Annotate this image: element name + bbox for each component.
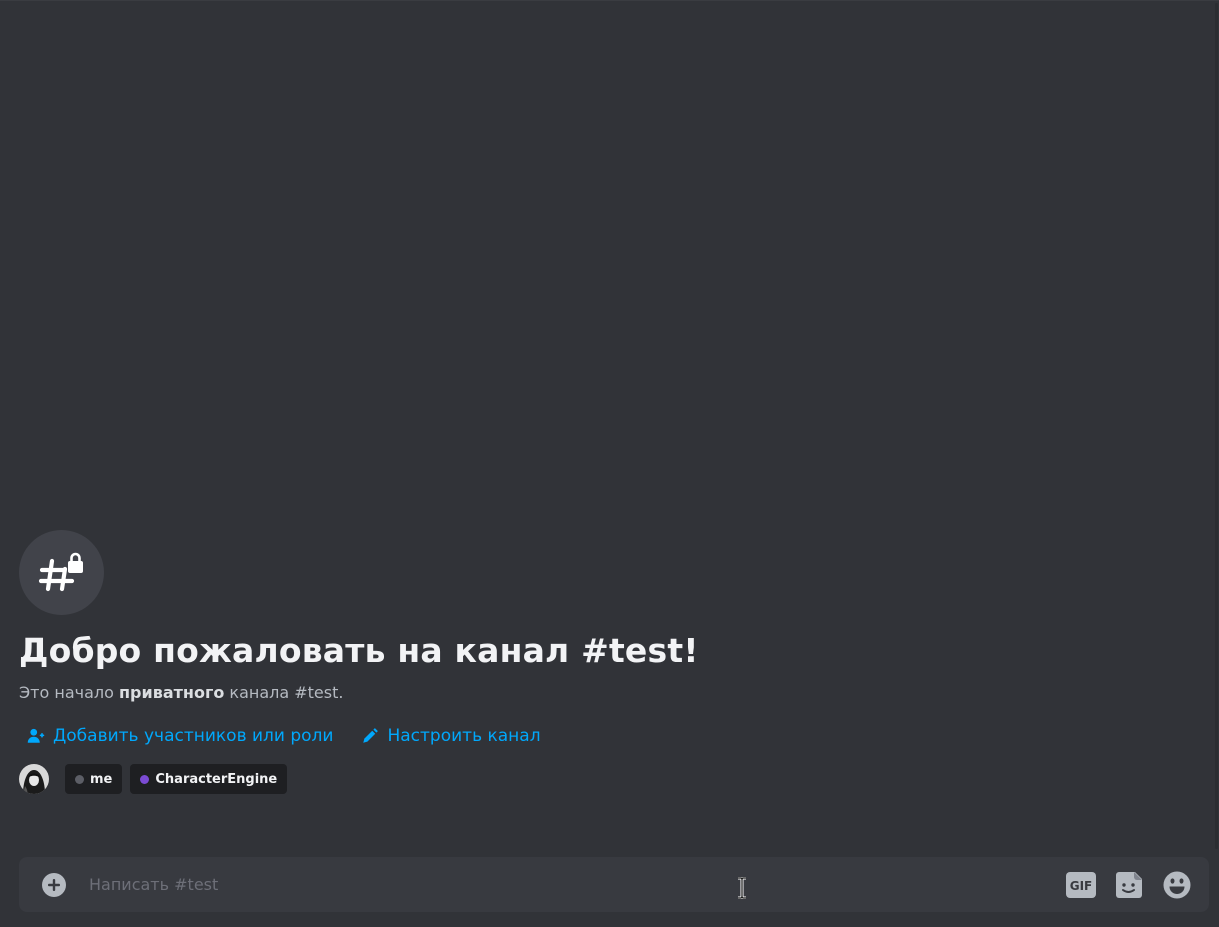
welcome-title: Добро пожаловать на канал #test!: [19, 631, 699, 670]
scrollbar[interactable]: [1215, 3, 1218, 849]
role-color-dot: [75, 774, 84, 784]
channel-welcome: Добро пожаловать на канал #test! Это нач…: [19, 530, 1199, 794]
user-avatar-icon: [19, 764, 49, 794]
gif-label: GIF: [1070, 879, 1093, 893]
emoji-icon: [1163, 871, 1191, 898]
chat-panel: Добро пожаловать на канал #test! Это нач…: [0, 0, 1219, 927]
message-composer: GIF: [19, 857, 1209, 912]
welcome-subtitle: Это начало приватного канала #test.: [19, 682, 1199, 704]
member-chip-characterengine[interactable]: CharacterEngine: [130, 764, 288, 794]
edit-channel-button[interactable]: Настроить канал: [361, 724, 541, 748]
composer-buttons: GIF: [1065, 869, 1193, 901]
member-chip-me[interactable]: me: [65, 764, 123, 794]
private-channel-icon: [19, 530, 104, 615]
sticker-icon: [1116, 871, 1142, 898]
message-input[interactable]: [89, 864, 1065, 905]
gif-button[interactable]: GIF: [1065, 869, 1097, 901]
add-members-button[interactable]: Добавить участников или роли: [27, 724, 333, 748]
sticker-button[interactable]: [1113, 869, 1145, 901]
role-color-dot: [140, 774, 150, 784]
subtitle-bold: приватного: [119, 683, 225, 702]
welcome-actions: Добавить участников или роли Настроить к…: [19, 724, 1199, 748]
member-name: me: [90, 771, 113, 787]
hashtag-lock-icon: [38, 552, 83, 591]
avatar[interactable]: [19, 764, 49, 794]
gif-icon: GIF: [1066, 871, 1096, 898]
edit-channel-label: Настроить канал: [387, 726, 541, 746]
emoji-button[interactable]: [1161, 869, 1193, 901]
subtitle-prefix: Это начало: [19, 683, 119, 702]
channel-members: me CharacterEngine: [19, 764, 1199, 794]
pencil-icon: [363, 728, 379, 743]
member-name: CharacterEngine: [155, 771, 278, 787]
subtitle-suffix: канала #test.: [224, 683, 344, 702]
attach-button[interactable]: [40, 871, 68, 899]
add-user-icon: [27, 728, 45, 743]
add-members-label: Добавить участников или роли: [53, 726, 334, 746]
plus-circle-icon: [42, 872, 66, 897]
